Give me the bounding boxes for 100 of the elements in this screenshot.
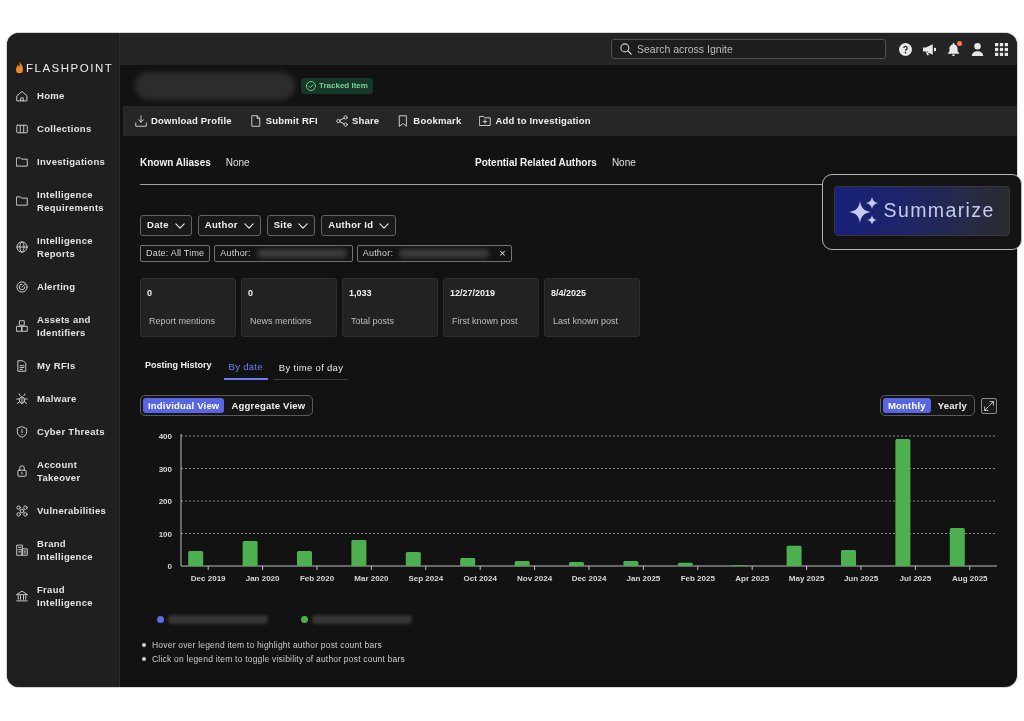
sidebar-item[interactable]: My RFIs [7, 349, 119, 382]
logo-text: FLASHPOINT [26, 61, 114, 75]
chevron-down-icon [174, 222, 185, 229]
buildings-icon [16, 544, 28, 556]
filter-chip[interactable]: Author: × [356, 245, 512, 262]
toggle-option[interactable]: Aggregate View [226, 398, 311, 413]
virus-icon [16, 504, 28, 517]
tab[interactable]: By date [223, 361, 268, 380]
stat-label: News mentions [249, 315, 313, 327]
bar [949, 528, 965, 566]
bar [460, 557, 476, 566]
filter-dropdown[interactable]: Author [197, 215, 261, 236]
hint-text: Hover over legend item to highlight author post count bars [152, 638, 382, 652]
bullet-icon [142, 657, 146, 661]
stat-label: Last known post [552, 315, 620, 327]
axis-label: Nov 2024 [517, 574, 553, 583]
bar [786, 545, 802, 566]
sidebar-item[interactable]: Assets and Identifiers [7, 303, 119, 349]
download-icon [135, 115, 147, 127]
field-label: Potential Related Authors [475, 156, 597, 170]
chevron-down-icon [379, 222, 390, 229]
toolbar-button[interactable]: Add to Investigation [479, 113, 591, 129]
axis-label: Dec 2024 [571, 574, 607, 583]
axis-label: Sep 2024 [408, 574, 444, 583]
bar [569, 562, 584, 566]
summarize-button[interactable]: Summarize [833, 185, 1010, 236]
axis-label: Jul 2025 [899, 574, 932, 583]
sidebar-item[interactable]: Intelligence Reports [7, 224, 119, 270]
bar [677, 562, 693, 567]
filter-dropdown[interactable]: Author Id [321, 215, 397, 236]
cubes-icon [16, 320, 28, 332]
axis-label: Feb 2020 [299, 574, 335, 583]
sidebar-item[interactable]: Brand Intelligence [7, 527, 119, 573]
bookmark-icon [397, 115, 410, 127]
axis-label: 100 [158, 529, 172, 539]
expand-button[interactable] [981, 397, 997, 414]
folder-icon [16, 155, 28, 168]
stat-label: Total posts [350, 315, 396, 327]
sidebar-item[interactable]: Intelligence Requirements [7, 178, 119, 224]
stat-value: 8/4/2025 [551, 287, 588, 299]
bank-icon [16, 590, 28, 602]
flame-icon [16, 61, 23, 75]
bar [405, 552, 421, 566]
bar [242, 541, 258, 566]
stat-value: 0 [248, 287, 254, 299]
hint-text: Click on legend item to toggle visibility of author post count bars [152, 652, 405, 666]
globe-icon [16, 241, 28, 253]
filter-chip[interactable]: Date: All Time [140, 245, 211, 262]
axis-label: Apr 2025 [735, 574, 770, 583]
check-circle-icon [306, 80, 316, 91]
axis-label: 200 [158, 497, 172, 506]
axis-label: Feb 2025 [680, 574, 715, 583]
filter-dropdown[interactable]: Site [266, 215, 316, 236]
stat-value: 12/27/2019 [450, 287, 497, 299]
axis-label: May 2025 [788, 574, 825, 583]
sidebar-item[interactable]: Malware [7, 382, 119, 415]
bar [623, 561, 639, 566]
sidebar-item[interactable]: Investigations [7, 145, 119, 178]
search-icon [620, 43, 632, 55]
axis-label: Dec 2019 [190, 574, 226, 583]
user-icon[interactable] [971, 42, 984, 56]
sidebar-item[interactable]: Account Takeover [7, 448, 119, 494]
toolbar-button[interactable]: Submit RFI [249, 113, 318, 129]
bug-icon [16, 392, 28, 405]
remove-button[interactable]: × [495, 248, 506, 259]
sidebar-item[interactable]: Vulnerabilities [7, 494, 119, 527]
bullet-icon [142, 643, 146, 647]
sidebar-item[interactable]: Collections [7, 112, 119, 145]
axis-label: 400 [158, 432, 172, 441]
status-badge: Tracked Item [301, 77, 373, 94]
bar [351, 540, 367, 566]
axis-label: Jun 2025 [843, 574, 879, 583]
toggle-option[interactable]: Yearly [932, 398, 972, 413]
bell-icon[interactable] [947, 42, 960, 56]
folder-plus-icon [479, 115, 492, 127]
sidebar-item[interactable]: Home [7, 79, 119, 112]
axis-label: Jan 2025 [626, 574, 661, 583]
toolbar-button[interactable]: Bookmark [397, 113, 462, 129]
filter-dropdown[interactable]: Date [140, 215, 192, 236]
toggle-option[interactable]: Monthly [883, 398, 931, 413]
sidebar-item[interactable]: Fraud Intelligence [7, 573, 119, 619]
bar [188, 551, 204, 566]
search-field[interactable]: Search across Ignite [611, 39, 886, 59]
apps-grid-icon[interactable] [995, 42, 1008, 56]
filter-chip[interactable]: Author: [214, 245, 353, 262]
megaphone-icon[interactable] [923, 42, 936, 56]
help-icon[interactable] [899, 42, 912, 56]
field-value: None [611, 156, 636, 170]
stat-label: First known post [451, 315, 519, 327]
toolbar-button[interactable]: Download Profile [135, 113, 232, 129]
columns-icon [16, 122, 28, 135]
axis-label: Mar 2020 [354, 574, 389, 583]
sidebar-item[interactable]: Alerting [7, 270, 119, 303]
bar [514, 561, 530, 566]
axis-label: Aug 2025 [952, 574, 988, 583]
toolbar-button[interactable]: Share [335, 113, 380, 129]
field-label: Known Aliases [140, 156, 211, 170]
tab[interactable]: By time of day [273, 362, 349, 380]
sidebar-item[interactable]: Cyber Threats [7, 415, 119, 448]
toggle-option[interactable]: Individual View [143, 398, 225, 413]
